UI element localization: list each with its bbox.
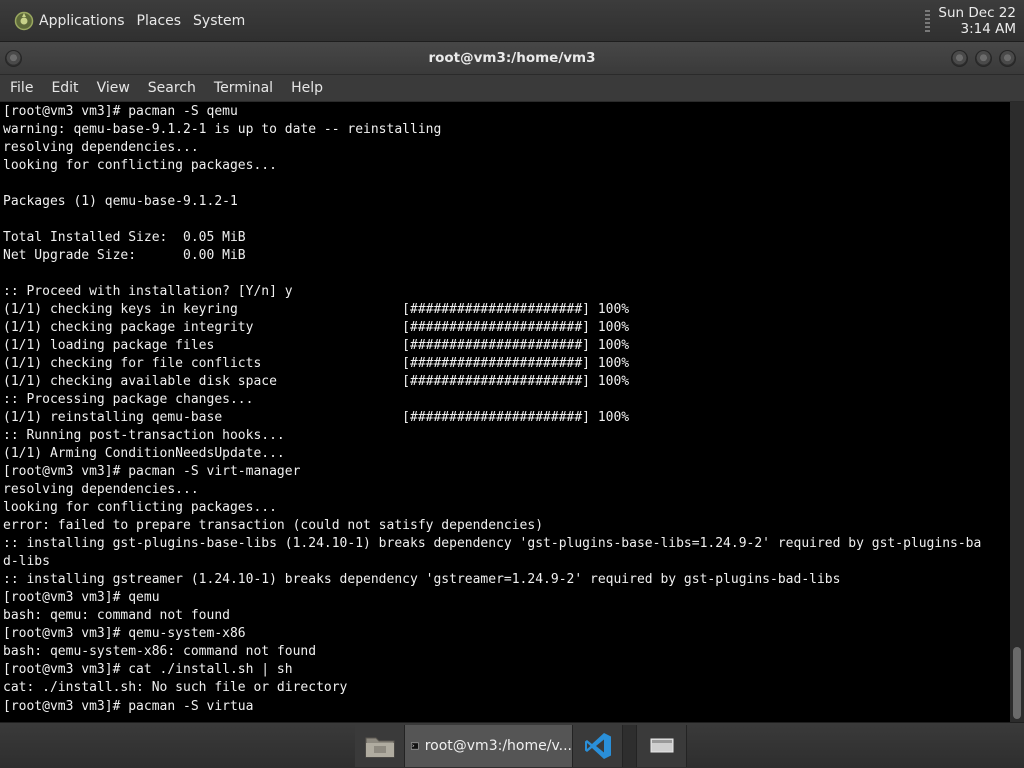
vscode-task-button[interactable] xyxy=(573,725,623,767)
menu-help[interactable]: Help xyxy=(285,80,335,96)
terminal-cursor xyxy=(253,697,261,713)
terminal-menubar: File Edit View Search Terminal Help xyxy=(0,75,1024,102)
terminal-line: :: installing gst-plugins-base-libs (1.2… xyxy=(3,536,982,551)
maximize-button[interactable] xyxy=(975,50,992,67)
terminal-line: bash: qemu-system-x86: command not found xyxy=(3,644,317,659)
terminal-icon xyxy=(411,742,419,750)
terminal-line: resolving dependencies... xyxy=(3,140,199,155)
panel-handle[interactable] xyxy=(925,10,931,32)
show-desktop-icon xyxy=(650,738,673,753)
terminal-line: :: Running post-transaction hooks... xyxy=(3,428,285,443)
system-menu[interactable]: System xyxy=(187,6,251,36)
menu-view[interactable]: View xyxy=(91,80,142,96)
close-button[interactable] xyxy=(999,50,1016,67)
terminal-line: [root@vm3 vm3]# qemu xyxy=(3,590,160,605)
panel-right: Sun Dec 22 3:14 AM xyxy=(925,0,1020,42)
folder-icon xyxy=(365,737,394,758)
files-task-button[interactable] xyxy=(355,725,405,767)
terminal-line: [root@vm3 vm3]# pacman -S virt-manager xyxy=(3,464,301,479)
terminal-line: [root@vm3 vm3]# pacman -S virtua xyxy=(3,697,1010,715)
terminal-line: (1/1) reinstalling qemu-base [##########… xyxy=(3,410,630,425)
show-desktop-button[interactable] xyxy=(637,725,687,767)
terminal-line: [root@vm3 vm3]# qemu-system-x86 xyxy=(3,626,246,641)
terminal-task-button[interactable]: root@vm3:/home/v... xyxy=(405,725,573,767)
applications-menu-label: Applications xyxy=(39,13,125,29)
minimize-button[interactable] xyxy=(951,50,968,67)
terminal-line: (1/1) loading package files [###########… xyxy=(3,338,630,353)
terminal-line: (1/1) checking for file conflicts [#####… xyxy=(3,356,630,371)
clock[interactable]: Sun Dec 22 3:14 AM xyxy=(938,5,1020,37)
terminal-scrollbar[interactable] xyxy=(1010,102,1024,722)
terminal-output[interactable]: [root@vm3 vm3]# pacman -S qemu warning: q… xyxy=(0,102,1010,722)
terminal-line: Net Upgrade Size: 0.00 MiB xyxy=(3,248,246,263)
menu-edit[interactable]: Edit xyxy=(45,80,90,96)
terminal-line: Total Installed Size: 0.05 MiB xyxy=(3,230,246,245)
terminal-line: (1/1) checking package integrity [######… xyxy=(3,320,630,335)
window-title: root@vm3:/home/vm3 xyxy=(428,50,596,66)
terminal-line: (1/1) Arming ConditionNeedsUpdate... xyxy=(3,446,285,461)
terminal-line: warning: qemu-base-9.1.2-1 is up to date… xyxy=(3,122,442,137)
terminal-line: looking for conflicting packages... xyxy=(3,158,277,173)
vscode-icon xyxy=(584,733,611,759)
panel-menus: Applications Places System xyxy=(8,0,251,42)
menu-file[interactable]: File xyxy=(4,80,45,96)
applications-menu[interactable]: Applications xyxy=(8,6,131,36)
terminal-line: looking for conflicting packages... xyxy=(3,500,277,515)
terminal-line: [root@vm3 vm3]# cat ./install.sh | sh xyxy=(3,662,293,677)
top-panel: Applications Places System Sun Dec 22 3:… xyxy=(0,0,1024,42)
terminal-line: resolving dependencies... xyxy=(3,482,199,497)
terminal-task-label: root@vm3:/home/v... xyxy=(424,738,572,754)
gear-logo-icon xyxy=(14,11,34,31)
bottom-panel: root@vm3:/home/v... xyxy=(0,722,1024,768)
terminal-line: d-libs xyxy=(3,554,50,569)
menu-search[interactable]: Search xyxy=(142,80,208,96)
places-menu-label: Places xyxy=(136,13,182,29)
places-menu[interactable]: Places xyxy=(131,6,188,36)
terminal-line: (1/1) checking keys in keyring [########… xyxy=(3,302,630,317)
clock-date: Sun Dec 22 xyxy=(938,5,1016,21)
menu-terminal[interactable]: Terminal xyxy=(208,80,285,96)
terminal-line: :: Proceed with installation? [Y/n] y xyxy=(3,284,293,299)
terminal-line: :: installing gstreamer (1.24.10-1) brea… xyxy=(3,572,841,587)
system-menu-label: System xyxy=(193,13,246,29)
terminal-line: [root@vm3 vm3]# pacman -S qemu xyxy=(3,104,238,119)
terminal-line: (1/1) checking available disk space [###… xyxy=(3,374,630,389)
taskbar-separator xyxy=(623,725,637,767)
window-titlebar[interactable]: root@vm3:/home/vm3 xyxy=(0,42,1024,75)
clock-time: 3:14 AM xyxy=(960,21,1017,37)
task-strip: root@vm3:/home/v... xyxy=(355,725,687,767)
terminal-line: error: failed to prepare transaction (co… xyxy=(3,518,544,533)
terminal-line: cat: ./install.sh: No such file or direc… xyxy=(3,680,348,695)
terminal-line: Packages (1) qemu-base-9.1.2-1 xyxy=(3,194,238,209)
terminal-line: bash: qemu: command not found xyxy=(3,608,230,623)
scrollbar-thumb[interactable] xyxy=(1013,647,1021,719)
terminal-line: :: Processing package changes... xyxy=(3,392,254,407)
